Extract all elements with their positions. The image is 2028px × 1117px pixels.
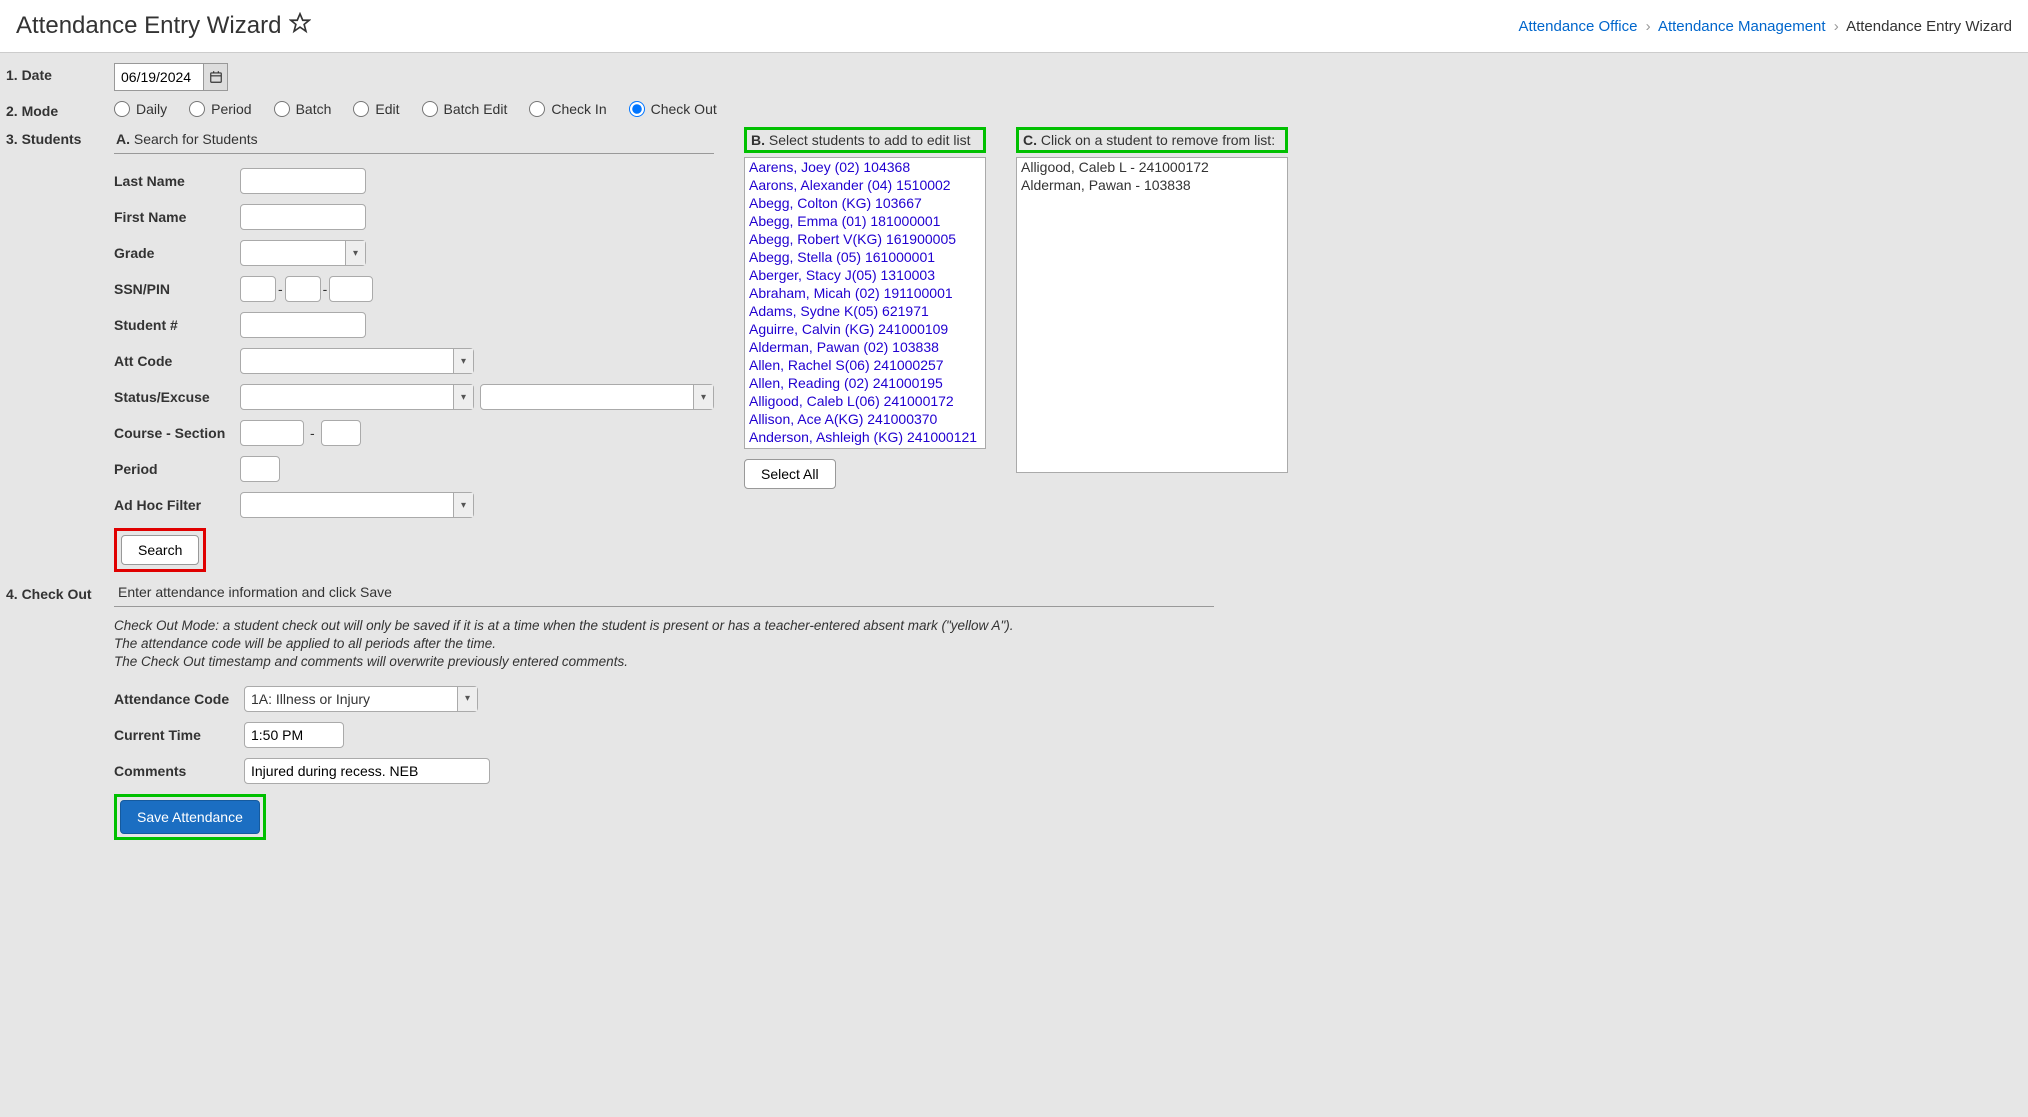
ssn-input-2[interactable] — [285, 276, 321, 302]
list-item[interactable]: Aarons, Alexander (04) 1510002 — [745, 176, 985, 194]
search-button[interactable]: Search — [121, 535, 199, 565]
comments-label: Comments — [114, 763, 244, 779]
grade-label: Grade — [114, 245, 240, 261]
first-name-input[interactable] — [240, 204, 366, 230]
section-input[interactable] — [321, 420, 361, 446]
save-highlight-box: Save Attendance — [114, 794, 266, 840]
grade-select[interactable]: ▾ — [240, 240, 366, 266]
mode-radio-label: Batch Edit — [444, 101, 508, 117]
ad-hoc-label: Ad Hoc Filter — [114, 497, 240, 513]
section-a-header: A. Search for Students — [114, 127, 714, 154]
list-item[interactable]: Allen, Rachel S(06) 241000257 — [745, 356, 985, 374]
ssn-input-1[interactable] — [240, 276, 276, 302]
ad-hoc-select[interactable]: ▾ — [240, 492, 474, 518]
list-item[interactable]: Allison, Ace A(KG) 241000370 — [745, 410, 985, 428]
mode-radio-label: Period — [211, 101, 251, 117]
list-item[interactable]: Alderman, Pawan - 103838 — [1017, 176, 1287, 194]
list-item[interactable]: Adams, Sydne K(05) 621971 — [745, 302, 985, 320]
status-excuse-label: Status/Excuse — [114, 389, 240, 405]
list-item[interactable]: Abegg, Colton (KG) 103667 — [745, 194, 985, 212]
mode-radio-checkout[interactable]: Check Out — [629, 101, 717, 117]
checkout-note: Check Out Mode: a student check out will… — [114, 617, 1214, 672]
breadcrumb-sep: › — [1834, 18, 1839, 35]
list-item[interactable]: Abegg, Stella (05) 161000001 — [745, 248, 985, 266]
breadcrumb: Attendance Office › Attendance Managemen… — [1518, 18, 2012, 35]
calendar-icon[interactable] — [204, 63, 228, 91]
mode-radio-label: Batch — [296, 101, 332, 117]
mode-radio-label: Edit — [375, 101, 399, 117]
list-item[interactable]: Alligood, Caleb L - 241000172 — [1017, 158, 1287, 176]
breadcrumb-attendance-office[interactable]: Attendance Office — [1518, 18, 1637, 35]
select-all-button[interactable]: Select All — [744, 459, 836, 489]
step-date-label: 1. Date — [6, 63, 114, 83]
mode-radio-period[interactable]: Period — [189, 101, 251, 117]
mode-radio-label: Check In — [551, 101, 606, 117]
ssn-input-3[interactable] — [329, 276, 373, 302]
search-highlight-box: Search — [114, 528, 206, 572]
excuse-select[interactable]: ▾ — [480, 384, 714, 410]
mode-radio-batch[interactable]: Batch — [274, 101, 332, 117]
comments-input[interactable] — [244, 758, 490, 784]
remove-students-listbox[interactable]: Alligood, Caleb L - 241000172Alderman, P… — [1016, 157, 1288, 473]
list-item[interactable]: Abraham, Micah (02) 191100001 — [745, 284, 985, 302]
period-input[interactable] — [240, 456, 280, 482]
favorite-star-icon[interactable] — [289, 12, 311, 40]
last-name-input[interactable] — [240, 168, 366, 194]
date-input[interactable] — [114, 63, 204, 91]
last-name-label: Last Name — [114, 173, 240, 189]
section-b-header: B. Select students to add to edit list — [744, 127, 986, 153]
list-item[interactable]: Abegg, Emma (01) 181000001 — [745, 212, 985, 230]
list-item[interactable]: Aarens, Joey (02) 104368 — [745, 158, 985, 176]
step-mode-label: 2. Mode — [6, 99, 114, 119]
mode-radio-label: Check Out — [651, 101, 717, 117]
list-item[interactable]: Aberger, Stacy J(05) 1310003 — [745, 266, 985, 284]
list-item[interactable]: Alderman, Pawan (02) 103838 — [745, 338, 985, 356]
list-item[interactable]: Alligood, Caleb L(06) 241000172 — [745, 392, 985, 410]
checkout-instruction: Enter attendance information and click S… — [114, 582, 1214, 607]
breadcrumb-attendance-management[interactable]: Attendance Management — [1658, 18, 1826, 35]
page-title: Attendance Entry Wizard — [16, 12, 281, 40]
mode-radio-batchedit[interactable]: Batch Edit — [422, 101, 508, 117]
period-label: Period — [114, 461, 240, 477]
att-code-select[interactable]: ▾ — [240, 348, 474, 374]
list-item[interactable]: Aguirre, Calvin (KG) 241000109 — [745, 320, 985, 338]
step-checkout-label: 4. Check Out — [6, 582, 114, 602]
status-select[interactable]: ▾ — [240, 384, 474, 410]
course-input[interactable] — [240, 420, 304, 446]
att-code-label: Att Code — [114, 353, 240, 369]
list-item[interactable]: Anderson, Ashleigh (KG) 241000121 — [745, 428, 985, 446]
section-c-header: C. Click on a student to remove from lis… — [1016, 127, 1288, 153]
chevron-down-icon: ▾ — [345, 241, 365, 265]
mode-radio-label: Daily — [136, 101, 167, 117]
attendance-code-select[interactable]: 1A: Illness or Injury ▾ — [244, 686, 478, 712]
current-time-label: Current Time — [114, 727, 244, 743]
mode-radio-checkin[interactable]: Check In — [529, 101, 606, 117]
mode-radio-daily[interactable]: Daily — [114, 101, 167, 117]
list-item[interactable]: Allen, Reading (02) 241000195 — [745, 374, 985, 392]
first-name-label: First Name — [114, 209, 240, 225]
chevron-down-icon: ▾ — [453, 349, 473, 373]
list-item[interactable]: Anderson, Joshua G(05) 622958 — [745, 446, 985, 449]
breadcrumb-sep: › — [1646, 18, 1651, 35]
attendance-code-label: Attendance Code — [114, 691, 244, 707]
save-attendance-button[interactable]: Save Attendance — [120, 800, 260, 834]
student-num-input[interactable] — [240, 312, 366, 338]
add-students-listbox[interactable]: Aarens, Joey (02) 104368Aarons, Alexande… — [744, 157, 986, 449]
chevron-down-icon: ▾ — [453, 385, 473, 409]
chevron-down-icon: ▾ — [453, 493, 473, 517]
ssn-label: SSN/PIN — [114, 281, 240, 297]
list-item[interactable]: Abegg, Robert V(KG) 161900005 — [745, 230, 985, 248]
student-num-label: Student # — [114, 317, 240, 333]
course-section-label: Course - Section — [114, 425, 240, 441]
chevron-down-icon: ▾ — [693, 385, 713, 409]
current-time-input[interactable] — [244, 722, 344, 748]
mode-radio-edit[interactable]: Edit — [353, 101, 399, 117]
breadcrumb-current: Attendance Entry Wizard — [1846, 18, 2012, 35]
chevron-down-icon: ▾ — [457, 687, 477, 711]
step-students-label: 3. Students — [6, 127, 114, 147]
